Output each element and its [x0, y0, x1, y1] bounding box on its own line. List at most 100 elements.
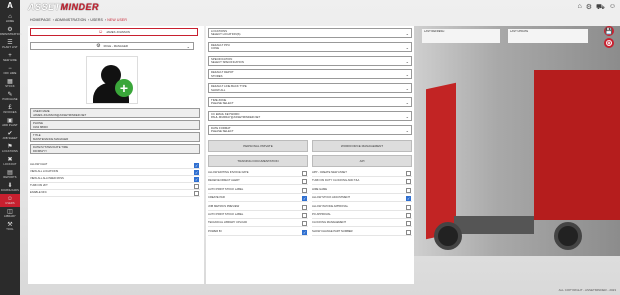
checkbox[interactable]: ✓	[302, 196, 307, 202]
sidebar-logo[interactable]: A	[0, 0, 20, 12]
setting-select[interactable]: CC EMAIL KEYWORD PAUL.MURRAY@ASSETMINDER.…	[208, 110, 412, 121]
last-refresh-box: LAST REFRESH	[422, 29, 500, 43]
user-field[interactable]: TITLE MAINTENANCE MANAGER	[30, 132, 200, 142]
sidebar-item-label: DOWNLOADS	[1, 189, 19, 192]
sidebar-item-label: PURCHASE	[2, 98, 18, 101]
setting-select[interactable]: DEFAULT PPU CONE ⌄	[208, 41, 412, 52]
checkbox[interactable]	[194, 184, 199, 189]
checkbox[interactable]: ✓	[194, 163, 199, 168]
action-button[interactable]: API	[312, 155, 412, 167]
checkbox[interactable]	[406, 213, 411, 218]
role-icon: ⚙	[96, 43, 101, 49]
action-button[interactable]: PERSONAL PRIVATE	[208, 140, 308, 152]
checkbox[interactable]	[302, 221, 307, 227]
settings-icon[interactable]: ⚙	[586, 3, 592, 12]
save-icon: 💾	[605, 28, 613, 35]
permission-row: ALLOW INVOICE APPROVAL	[312, 204, 412, 211]
checkbox[interactable]: ✓	[194, 177, 199, 182]
checkbox[interactable]: ✓	[194, 170, 199, 175]
sidebar-item-downloads[interactable]: ⬇ DOWNLOADS	[0, 181, 20, 194]
checkbox[interactable]: ✓	[406, 196, 411, 202]
checkbox[interactable]	[302, 213, 307, 218]
check-label: VIEW ALL LOCATIONS	[30, 170, 59, 173]
user-field[interactable]: USER NAME JAMES.JOHNSON@ASSETMINDER.NET	[30, 108, 200, 118]
checkbox[interactable]	[406, 221, 411, 227]
sidebar-item-plant-list[interactable]: ☰ PLANT LIST	[0, 38, 20, 51]
sidebar-item-stock[interactable]: ▦ STOCK	[0, 77, 20, 90]
sidebar-item-add-plant[interactable]: ▣ ADD PLANT	[0, 116, 20, 129]
sidebar-item-reports[interactable]: ▤ REPORTS	[0, 168, 20, 181]
setting-select[interactable]: LOCATIONS SELECT LOCATION(S) ⌄	[208, 28, 412, 38]
check-label: TURN ON 2FT	[30, 184, 48, 187]
home-icon[interactable]: ⌂	[578, 3, 582, 12]
permission-label: SHOW CHANGE PART NUMBER	[312, 229, 353, 233]
sidebar-item-invoices[interactable]: £ INVOICES	[0, 103, 20, 116]
field-value: MAINTENANCE MANAGER	[33, 137, 69, 141]
avatar[interactable]: +	[86, 56, 138, 104]
chevron-down-icon: ⌄	[405, 31, 409, 36]
sidebar-item-label: LIBRARY	[4, 215, 16, 218]
user-field[interactable]: PHONE 0162 88000	[30, 120, 200, 130]
action-button[interactable]: TRAINING DOCUMENTATION	[208, 155, 308, 167]
role-select[interactable]: ⚙ ROLE - MANAGER ⌄	[30, 42, 194, 50]
checkbox[interactable]	[406, 171, 411, 176]
checkbox[interactable]	[302, 171, 307, 176]
setting-select[interactable]: DEFAULT DEPOT STORES ⌄	[208, 69, 412, 80]
sidebar-item-purchase[interactable]: ✎ PURCHASE	[0, 90, 20, 103]
sidebar-item-home[interactable]: ⌂ HOME	[0, 12, 20, 25]
user-icon[interactable]: ☺	[609, 3, 616, 12]
truck-icon[interactable]: ⛟	[596, 3, 605, 12]
breadcrumb-users[interactable]: USERS	[90, 18, 103, 22]
chevron-down-icon: ⌄	[405, 100, 409, 105]
settings-button[interactable]: ⚙	[604, 38, 614, 48]
sidebar-item-locations[interactable]: ⚑ LOCATIONS	[0, 142, 20, 155]
setting-select[interactable]: SPECIFICATION SELECT SPECIFICATION ⌄	[208, 55, 412, 66]
sidebar-item-users[interactable]: ☺ USERS	[0, 194, 20, 207]
permission-label: TECHNICAL LIBRARY UPLOAD	[208, 221, 248, 225]
add-photo-icon[interactable]: +	[115, 79, 133, 97]
setting-select[interactable]: DATE FORMAT PLEASE SELECT ⌄	[208, 124, 412, 135]
permission-label: POWER BI	[208, 229, 222, 233]
checkbox[interactable]	[302, 204, 307, 210]
checkbox[interactable]	[194, 191, 199, 196]
sidebar-item-tool[interactable]: ⚒ TOOL	[0, 220, 20, 233]
checkbox[interactable]	[406, 187, 411, 193]
sidebar-item-off-hire[interactable]: − OFF HIRE	[0, 64, 20, 77]
save-button[interactable]: 💾	[604, 26, 614, 36]
checkbox[interactable]	[406, 179, 411, 185]
sidebar-item-label: TOOL	[6, 228, 14, 231]
checkbox[interactable]	[406, 204, 411, 210]
field-value: 0162 88000	[33, 125, 48, 129]
permission-row: AUTO PRINT STOCK LABEL	[208, 187, 308, 194]
permission-label: CLOCKING MANAGEMENT	[312, 221, 347, 225]
sidebar-item-administration[interactable]: ⚙ ADMINISTRATION	[0, 25, 22, 38]
sidebar-item-label: INVOICES	[3, 111, 17, 114]
name-field[interactable]: ☺ JAMES JOHNSON	[30, 28, 198, 36]
check-label: ENABLE NFC	[30, 191, 47, 194]
breadcrumb-home[interactable]: HOMEPAGE	[30, 18, 51, 22]
action-button[interactable]: WORKFORCE MANAGEMENT	[312, 140, 412, 152]
permission-row: JOB METRICS PREVIEW	[208, 204, 308, 211]
checkbox[interactable]	[302, 187, 307, 193]
user-field[interactable]: DATE/SYSTEM DATE TIME DD/MM/YY	[30, 144, 200, 154]
brand-logo[interactable]: ASSETMINDER	[28, 2, 99, 12]
breadcrumb-admin[interactable]: ADMINISTRATION	[55, 18, 86, 22]
sidebar-item-label: REPORTS	[3, 176, 17, 179]
select-value: PLEASE SELECT	[211, 101, 234, 106]
permission-row: RECEIVE DIRECT ALERT	[208, 178, 308, 186]
sidebar-item-new-hire[interactable]: + NEW HIRE	[0, 51, 20, 64]
user-icon: ☺	[98, 29, 104, 35]
checkbox[interactable]	[302, 179, 307, 185]
checkbox[interactable]: ✓	[302, 229, 307, 235]
sidebar-item-library[interactable]: ◫ LIBRARY	[0, 207, 20, 220]
sidebar-item-job-sheet[interactable]: ✔ JOB SHEET	[0, 129, 20, 142]
setting-select[interactable]: TIME ZONE PLEASE SELECT ⌄	[208, 97, 412, 107]
checkbox[interactable]	[406, 229, 411, 235]
permission-label: AUTO PRINT STOCK LABEL	[208, 187, 244, 191]
sidebar-item-lockout[interactable]: ✖ LOCKOUT	[0, 155, 20, 168]
check-row: VIEW ALL ALLOWED RFSS ✓	[30, 176, 200, 183]
user-details-panel: ☺ JAMES JOHNSON ⚙ ROLE - MANAGER ⌄ + USE…	[28, 26, 204, 284]
check-label: ALLOW CHAT	[30, 163, 48, 166]
setting-select[interactable]: DEFAULT LINE BACK TYPE SHOW ALL ⌄	[208, 83, 412, 94]
sidebar-item-label: LOCATIONS	[2, 150, 18, 153]
